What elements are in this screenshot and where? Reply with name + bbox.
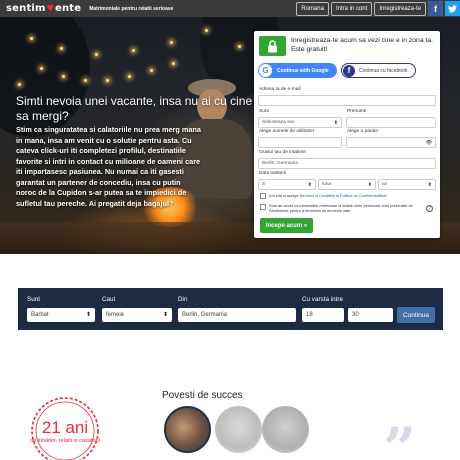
username-label: Alege numele de utilizator bbox=[259, 129, 315, 134]
google-login-button[interactable]: G Continue with Google bbox=[258, 63, 337, 78]
birth-year-select[interactable]: an ⬍ bbox=[378, 179, 436, 190]
facebook-login-button[interactable]: f Continua cu facebook bbox=[341, 63, 416, 78]
username-field[interactable] bbox=[258, 137, 342, 148]
prenume-label: Prenume bbox=[347, 109, 367, 114]
years-count: 21 ani bbox=[41, 418, 89, 437]
hero-description: Stim ca singuratatea si calatoriile nu p… bbox=[16, 125, 201, 208]
consent-text: Sunt de acord ca informatiile referitoar… bbox=[269, 203, 413, 214]
password-label: Alege o parola bbox=[347, 129, 378, 134]
first-name-field[interactable] bbox=[346, 117, 436, 128]
google-login-label: Continue with Google bbox=[277, 67, 329, 74]
register-button[interactable]: Inregistreaza-te bbox=[374, 1, 426, 16]
chevron-down-icon: ⬍ bbox=[85, 312, 91, 318]
chevron-down-icon: ⬍ bbox=[333, 120, 338, 126]
story-avatar-3[interactable] bbox=[262, 406, 309, 453]
facebook-icon[interactable]: f bbox=[428, 1, 443, 16]
logo[interactable]: sentim ♥ ente bbox=[6, 3, 81, 14]
search-sunt-label: Sunt bbox=[27, 296, 40, 303]
password-field[interactable]: 👁 bbox=[346, 137, 436, 148]
city-label: Orasul tau de intalnire bbox=[259, 150, 306, 155]
quote-icon: ” bbox=[383, 415, 417, 460]
gender-select[interactable]: Selecteaza sex ⬍ bbox=[258, 117, 342, 128]
birth-month-select[interactable]: luna ⬍ bbox=[318, 179, 376, 190]
search-caut-label: Caut bbox=[102, 296, 116, 303]
years-text: de intalniri, relatii si casatorii bbox=[30, 438, 100, 444]
form-header: Inregistreaza-te acum sa vezi cine e in … bbox=[254, 31, 440, 56]
birth-month-value: luna bbox=[322, 182, 332, 187]
success-stories-title: Povesti de succes bbox=[162, 390, 243, 401]
email-field[interactable] bbox=[258, 95, 436, 106]
continue-button[interactable]: Continua bbox=[397, 307, 435, 323]
twitter-icon[interactable] bbox=[445, 1, 460, 16]
heart-icon: ♥ bbox=[46, 3, 55, 14]
story-avatar-2[interactable] bbox=[215, 406, 262, 453]
hero-title: Simti nevoia unei vacante, insa nu ai cu… bbox=[16, 94, 253, 123]
years-badge: 21 ani de intalniri, relatii si casatori… bbox=[26, 392, 104, 460]
start-now-button[interactable]: Incepe acum » bbox=[260, 218, 313, 233]
top-nav: Romana Intra in cont Inregistreaza-te f bbox=[294, 0, 460, 17]
birthdate-label: Data nasterii bbox=[259, 171, 286, 176]
email-label: Adresa ta de e-mail bbox=[259, 87, 301, 92]
form-title: Inregistreaza-te acum sa vezi cine e in … bbox=[291, 37, 434, 53]
story-avatar-1[interactable] bbox=[164, 406, 211, 453]
question-icon[interactable]: ? bbox=[426, 205, 433, 212]
login-button[interactable]: Intra in cont bbox=[330, 1, 373, 16]
chevron-down-icon: ⬍ bbox=[162, 312, 168, 318]
facebook-icon: f bbox=[343, 64, 355, 77]
search-gender-value: Barbat bbox=[31, 312, 49, 318]
language-button[interactable]: Romana bbox=[296, 1, 329, 16]
chevron-down-icon: ⬍ bbox=[307, 182, 312, 188]
search-seeking-select[interactable]: femeie ⬍ bbox=[102, 308, 172, 322]
privacy-link[interactable]: Politica de Confidentialitate bbox=[340, 193, 387, 198]
facebook-login-label: Continua cu facebook bbox=[359, 67, 408, 74]
birth-day-select[interactable]: zi ⬍ bbox=[258, 179, 316, 190]
chevron-down-icon: ⬍ bbox=[427, 182, 432, 188]
google-icon: G bbox=[259, 64, 272, 77]
age-min-field[interactable]: 18 bbox=[302, 308, 344, 322]
search-gender-select[interactable]: Barbat ⬍ bbox=[27, 308, 95, 322]
terms-prefix: Am citit si accept bbox=[269, 193, 300, 198]
tagline: Matrimoniale pentru relatii serioase bbox=[89, 5, 174, 12]
eye-icon[interactable]: 👁 bbox=[426, 140, 432, 146]
search-age-label: Cu varsta intre bbox=[302, 296, 343, 303]
registration-form: Inregistreaza-te acum sa vezi cine e in … bbox=[254, 31, 440, 238]
birth-year-value: an bbox=[382, 182, 388, 187]
terms-checkbox[interactable] bbox=[260, 193, 266, 199]
age-max-field[interactable]: 30 bbox=[348, 308, 393, 322]
logo-left: sentim bbox=[6, 3, 46, 14]
social-login: G Continue with Google f Continua cu fac… bbox=[258, 63, 440, 78]
search-seeking-value: femeie bbox=[106, 312, 125, 318]
top-bar: sentim ♥ ente Matrimoniale pentru relatii … bbox=[0, 0, 460, 17]
chevron-down-icon: ⬍ bbox=[367, 182, 372, 188]
search-din-label: Din bbox=[178, 296, 188, 303]
lock-icon bbox=[259, 36, 286, 56]
sunt-label: Sunt bbox=[259, 109, 269, 114]
consent-checkbox[interactable] bbox=[260, 204, 266, 210]
logo-right: ente bbox=[54, 3, 82, 14]
search-location-field[interactable]: Berlin, Germania bbox=[178, 308, 296, 322]
gender-select-value: Selecteaza sex bbox=[262, 120, 295, 125]
search-bar: Sunt Barbat ⬍ Caut femeie ⬍ Din Berlin, … bbox=[18, 288, 443, 330]
terms-link[interactable]: Termenii si Conditiile bbox=[299, 193, 335, 198]
terms-text: Am citit si accept Termenii si Conditiil… bbox=[269, 193, 434, 198]
city-field[interactable]: Berlin, Germania bbox=[258, 158, 436, 169]
page: { "header": { "logo_left": "sentim", "lo… bbox=[0, 0, 460, 460]
birth-day-value: zi bbox=[262, 182, 266, 187]
